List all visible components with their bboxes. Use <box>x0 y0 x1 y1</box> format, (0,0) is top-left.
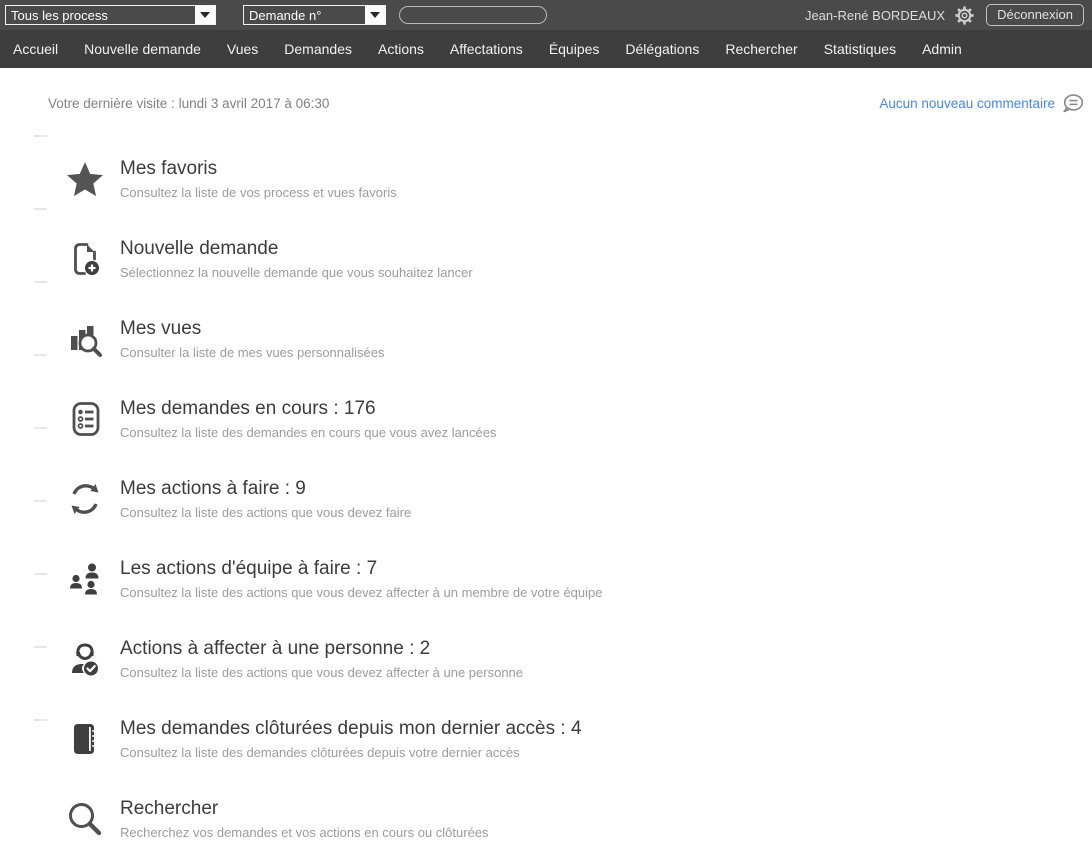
ruler-dash <box>34 354 47 356</box>
chevron-down-icon <box>365 6 385 24</box>
list-item-mes-vues[interactable]: Mes vues Consulter la liste de mes vues … <box>0 299 1092 379</box>
item-title: Mes favoris <box>120 158 397 180</box>
item-title: Les actions d'équipe à faire : 7 <box>120 558 603 580</box>
process-select-value: Tous les process <box>11 8 191 23</box>
ruler-dash <box>34 281 47 283</box>
item-subtitle: Sélectionnez la nouvelle demande que vou… <box>120 265 473 280</box>
user-name: Jean-René BORDEAUX <box>805 8 945 23</box>
list-item-demandes-en-cours[interactable]: Mes demandes en cours : 176 Consultez la… <box>0 379 1092 459</box>
item-title: Mes actions à faire : 9 <box>120 478 411 500</box>
item-text: Mes demandes clôturées depuis mon dernie… <box>120 718 582 760</box>
item-text: Mes favoris Consultez la liste de vos pr… <box>120 158 397 200</box>
settings-gear-icon[interactable] <box>955 6 974 25</box>
item-subtitle: Consultez la liste des actions que vous … <box>120 505 411 520</box>
nav-item-actions[interactable]: Actions <box>365 30 437 68</box>
list-item-actions-a-faire[interactable]: Mes actions à faire : 9 Consultez la lis… <box>0 459 1092 539</box>
logout-button[interactable]: Déconnexion <box>986 4 1084 26</box>
item-text: Mes vues Consulter la liste de mes vues … <box>120 318 384 360</box>
ruler-dash <box>34 646 47 648</box>
views-chart-magnifier-icon <box>64 319 106 359</box>
content-header: Votre dernière visite : lundi 3 avril 20… <box>0 68 1092 113</box>
top-bar: Tous les process Demande n° Jean-René BO… <box>0 0 1092 30</box>
last-visit-text: Votre dernière visite : lundi 3 avril 20… <box>48 96 329 111</box>
nav-item-nouvelle-demande[interactable]: Nouvelle demande <box>71 30 214 68</box>
item-subtitle: Consultez la liste des actions que vous … <box>120 585 603 600</box>
item-title: Mes demandes en cours : 176 <box>120 398 497 420</box>
item-subtitle: Consultez la liste de vos process et vue… <box>120 185 397 200</box>
item-title: Actions à affecter à une personne : 2 <box>120 638 523 660</box>
comments-link-label: Aucun nouveau commentaire <box>879 96 1055 111</box>
item-subtitle: Consulter la liste de mes vues personnal… <box>120 345 384 360</box>
search-type-select[interactable]: Demande n° <box>243 5 386 25</box>
list-item-actions-a-affecter[interactable]: Actions à affecter à une personne : 2 Co… <box>0 619 1092 699</box>
ruler-dash <box>34 573 47 575</box>
nav-item-equipes[interactable]: Équipes <box>536 30 613 68</box>
team-icon <box>64 559 106 599</box>
chevron-down-icon <box>195 6 215 24</box>
ruler-dash <box>34 500 47 502</box>
item-text: Les actions d'équipe à faire : 7 Consult… <box>120 558 603 600</box>
process-select[interactable]: Tous les process <box>5 5 216 25</box>
nav-item-affectations[interactable]: Affectations <box>437 30 536 68</box>
nav-item-delegations[interactable]: Délégations <box>612 30 712 68</box>
closed-book-icon <box>64 719 106 759</box>
ruler-dash <box>34 719 47 721</box>
new-request-icon <box>64 239 106 279</box>
nav-item-accueil[interactable]: Accueil <box>0 30 71 68</box>
ruler-dash <box>34 427 47 429</box>
main-nav: Accueil Nouvelle demande Vues Demandes A… <box>0 30 1092 68</box>
list-icon <box>64 399 106 439</box>
speech-bubble-icon <box>1062 94 1084 113</box>
refresh-icon <box>64 479 106 519</box>
comments-link[interactable]: Aucun nouveau commentaire <box>879 94 1084 113</box>
item-subtitle: Recherchez vos demandes et vos actions e… <box>120 825 489 840</box>
list-item-actions-equipe[interactable]: Les actions d'équipe à faire : 7 Consult… <box>0 539 1092 619</box>
list-item-favoris[interactable]: Mes favoris Consultez la liste de vos pr… <box>0 139 1092 219</box>
item-text: Actions à affecter à une personne : 2 Co… <box>120 638 523 680</box>
search-icon <box>64 799 106 839</box>
item-text: Rechercher Recherchez vos demandes et vo… <box>120 798 489 840</box>
topbar-right-group: Jean-René BORDEAUX Déconnexion <box>805 4 1084 26</box>
item-title: Rechercher <box>120 798 489 820</box>
search-type-select-value: Demande n° <box>249 8 361 23</box>
item-text: Mes actions à faire : 9 Consultez la lis… <box>120 478 411 520</box>
item-subtitle: Consultez la liste des demandes clôturée… <box>120 745 582 760</box>
item-title: Mes vues <box>120 318 384 340</box>
nav-item-vues[interactable]: Vues <box>214 30 271 68</box>
home-shortcut-list: Mes favoris Consultez la liste de vos pr… <box>0 139 1092 859</box>
nav-item-admin[interactable]: Admin <box>909 30 975 68</box>
nav-item-rechercher[interactable]: Rechercher <box>712 30 810 68</box>
item-text: Nouvelle demande Sélectionnez la nouvell… <box>120 238 473 280</box>
item-title: Nouvelle demande <box>120 238 473 260</box>
item-subtitle: Consultez la liste des actions que vous … <box>120 665 523 680</box>
item-text: Mes demandes en cours : 176 Consultez la… <box>120 398 497 440</box>
list-item-nouvelle-demande[interactable]: Nouvelle demande Sélectionnez la nouvell… <box>0 219 1092 299</box>
item-subtitle: Consultez la liste des demandes en cours… <box>120 425 497 440</box>
nav-item-statistiques[interactable]: Statistiques <box>811 30 909 68</box>
item-title: Mes demandes clôturées depuis mon dernie… <box>120 718 582 740</box>
list-item-demandes-cloturees[interactable]: Mes demandes clôturées depuis mon dernie… <box>0 699 1092 779</box>
search-input[interactable] <box>399 6 547 24</box>
ruler-dash <box>34 208 47 210</box>
ruler-dash <box>34 135 47 137</box>
nav-item-demandes[interactable]: Demandes <box>271 30 365 68</box>
star-icon <box>64 160 106 198</box>
list-item-rechercher[interactable]: Rechercher Recherchez vos demandes et vo… <box>0 779 1092 859</box>
assign-person-icon <box>64 639 106 679</box>
home-content: Votre dernière visite : lundi 3 avril 20… <box>0 68 1092 863</box>
